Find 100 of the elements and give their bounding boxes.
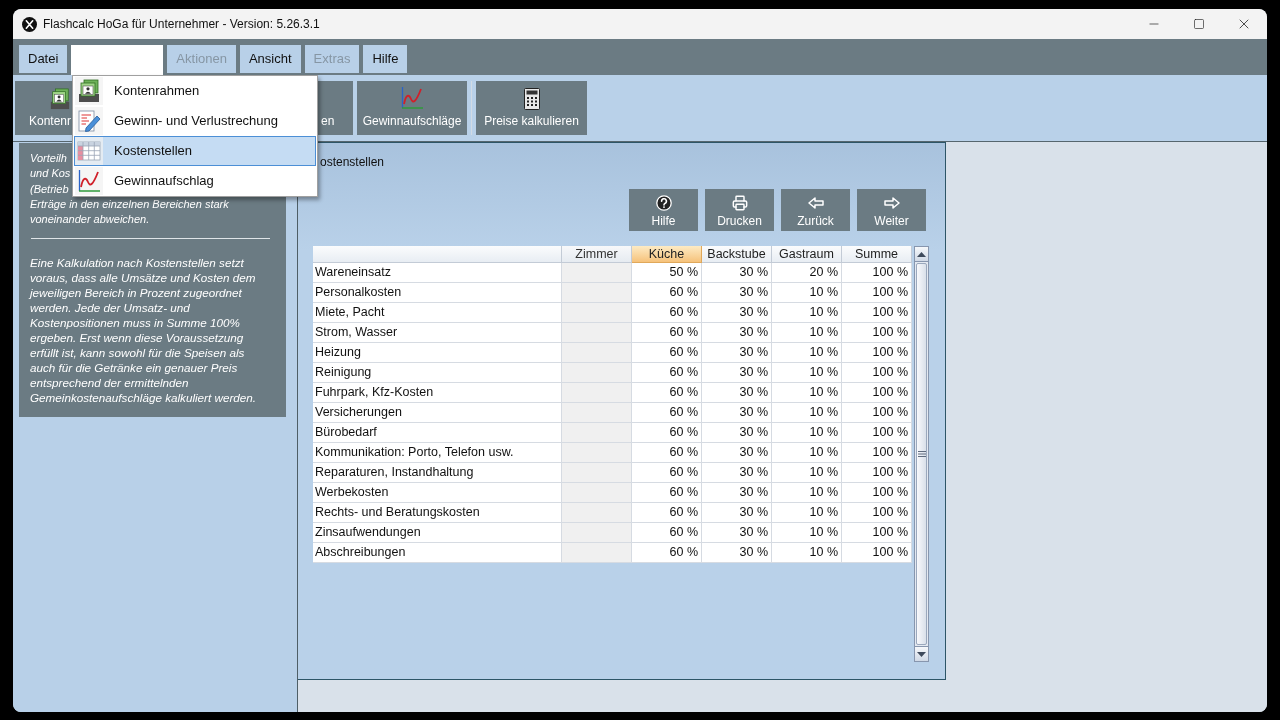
table-cell[interactable]: 30 % [702,283,772,303]
table-cell[interactable]: 30 % [702,363,772,383]
table-icon [77,141,101,161]
table-cell: Fuhrpark, Kfz-Kosten [313,383,562,403]
table-cell[interactable]: 10 % [772,383,842,403]
table-cell [562,383,632,403]
table-cell[interactable]: 100 % [842,523,912,543]
table-cell [562,323,632,343]
table-cell[interactable]: 30 % [702,263,772,283]
table-cell[interactable]: 60 % [632,443,702,463]
action-button[interactable]: Hilfe [629,189,698,231]
table-cell[interactable]: 10 % [772,483,842,503]
caret-up-icon [917,251,926,257]
table-cell[interactable]: 60 % [632,463,702,483]
table-cell[interactable]: 100 % [842,443,912,463]
column-header[interactable]: Küche [632,246,702,263]
table-cell[interactable]: 30 % [702,523,772,543]
table-cell[interactable]: 100 % [842,343,912,363]
table-cell[interactable]: 60 % [632,343,702,363]
scroll-down-button[interactable] [915,646,928,661]
table-cell[interactable]: 10 % [772,403,842,423]
table-cell[interactable]: 100 % [842,363,912,383]
menu-item[interactable]: Kostenstellen [74,136,316,166]
table-cell[interactable]: 30 % [702,303,772,323]
toolbar-button[interactable]: Preise kalkulieren [476,81,587,135]
table-cell[interactable]: 30 % [702,383,772,403]
line-chart-icon [400,86,424,110]
action-button[interactable]: Weiter [857,189,926,231]
table-cell[interactable]: 60 % [632,483,702,503]
menu-tab[interactable]: Ansicht [239,45,301,73]
table-cell[interactable]: 60 % [632,283,702,303]
table-cell[interactable]: 10 % [772,543,842,563]
table-cell[interactable]: 100 % [842,503,912,523]
table-cell[interactable]: 60 % [632,303,702,323]
action-button[interactable]: Drucken [705,189,774,231]
table-cell[interactable]: 10 % [772,283,842,303]
table-cell[interactable]: 100 % [842,543,912,563]
table-cell: Heizung [313,343,562,363]
table-cell[interactable]: 10 % [772,443,842,463]
table-cell[interactable]: 60 % [632,423,702,443]
menu-tab[interactable]: Datei [19,45,68,73]
table-cell[interactable]: 10 % [772,323,842,343]
arrow-left-icon [807,197,824,209]
table-cell[interactable]: 30 % [702,343,772,363]
printer-icon [731,195,748,211]
table-cell [562,363,632,383]
help-icon [655,195,672,211]
scrollbar[interactable] [914,246,929,662]
action-button[interactable]: Zurück [781,189,850,231]
column-header[interactable]: Backstube [702,246,772,263]
table-cell[interactable]: 10 % [772,363,842,383]
document-pencil-icon [77,109,101,133]
table-cell[interactable]: 100 % [842,283,912,303]
table-cell [562,523,632,543]
table-cell[interactable]: 100 % [842,403,912,423]
table-cell[interactable]: 60 % [632,323,702,343]
toolbar-button[interactable]: Kontenr [15,81,72,135]
table-cell[interactable]: 10 % [772,463,842,483]
table-cell[interactable]: 20 % [772,263,842,283]
table-cell[interactable]: 60 % [632,403,702,423]
table-cell[interactable]: 30 % [702,543,772,563]
table-cell[interactable]: 10 % [772,423,842,443]
table-cell[interactable]: 100 % [842,263,912,283]
table-cell[interactable]: 100 % [842,383,912,403]
table-cell[interactable]: 30 % [702,503,772,523]
table-cell[interactable]: 60 % [632,523,702,543]
table-cell[interactable]: 60 % [632,543,702,563]
table-cell[interactable]: 30 % [702,463,772,483]
table-cell[interactable]: 10 % [772,303,842,323]
table-cell[interactable]: 30 % [702,403,772,423]
table-cell[interactable]: 30 % [702,443,772,463]
table-cell[interactable]: 30 % [702,323,772,343]
table-cell[interactable]: 60 % [632,503,702,523]
table-cell[interactable]: 100 % [842,323,912,343]
scrollbar-thumb[interactable] [916,263,927,645]
toolbar-button[interactable]: en [318,81,353,135]
menu-item[interactable]: Kontenrahmen [74,76,316,106]
scroll-up-button[interactable] [915,247,928,262]
menu-tab[interactable]: Hilfe [363,45,408,73]
toolbar-button[interactable]: Gewinnaufschläge [357,81,467,135]
menu-item[interactable]: Gewinnaufschlag [74,166,316,196]
table-cell[interactable]: 50 % [632,263,702,283]
table-cell [562,263,632,283]
column-header[interactable]: Summe [842,246,912,263]
table-cell[interactable]: 100 % [842,423,912,443]
table-cell[interactable]: 30 % [702,423,772,443]
menu-item[interactable]: Gewinn- und Verlustrechung [74,106,316,136]
info-text: Eine Kalkulation nach Kostenstellen setzt voraus, dass alle Umsätze und Kosten dem jeweiligen Bereich in Prozent zugeordnet werden. Jede der Umsatz- und Kostenpositionen muss in Summe 100% ergeben. Erst wenn diese Voraussetzung erfüllt ist, kann sowohl für die Speisen als auch für die Getränke ein genauer Preis entsprechend der ermittelnden Gemeinkostenaufschläge kalkuliert werden. [30,255,258,406]
table-cell[interactable]: 10 % [772,343,842,363]
table-cell[interactable]: 30 % [702,483,772,503]
table-cell[interactable]: 60 % [632,363,702,383]
table-cell: Reparaturen, Instandhaltung [313,463,562,483]
table-cell[interactable]: 100 % [842,483,912,503]
table-cell[interactable]: 10 % [772,523,842,543]
table-cell[interactable]: 10 % [772,503,842,523]
table-cell[interactable]: 100 % [842,303,912,323]
column-header[interactable]: Gastraum [772,246,842,263]
table-cell[interactable]: 60 % [632,383,702,403]
table-cell: Reinigung [313,363,562,383]
table-cell[interactable]: 100 % [842,463,912,483]
